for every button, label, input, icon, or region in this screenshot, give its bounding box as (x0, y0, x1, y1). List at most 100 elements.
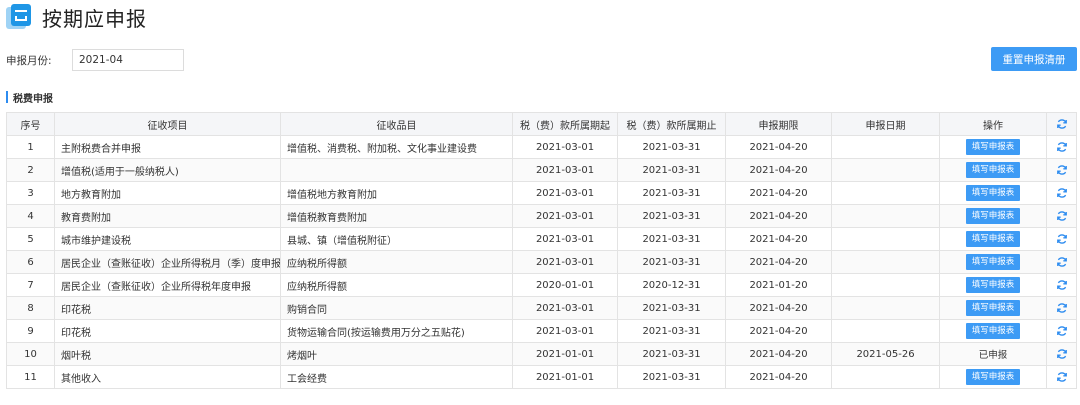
cell-period-end: 2021-03-31 (617, 296, 726, 320)
column-header: 税（费）款所属期止 (617, 112, 726, 136)
refresh-icon[interactable] (1056, 210, 1068, 222)
cell-declare-date (831, 135, 940, 159)
cell-operation: 填写申报表 (939, 296, 1047, 320)
fill-declaration-button[interactable]: 填写申报表 (966, 300, 1020, 316)
cell-deadline: 2021-04-20 (725, 296, 832, 320)
cell-deadline: 2021-04-20 (725, 158, 832, 182)
cell-deadline: 2021-04-20 (725, 342, 832, 366)
cell-period-end: 2021-03-31 (617, 135, 726, 159)
table-row: 11 其他收入 工会经费 2021-01-01 2021-03-31 2021-04-20… (6, 365, 1077, 389)
cell-deadline: 2021-04-20 (725, 135, 832, 159)
page-title: 按期应申报 (42, 6, 147, 31)
cell-period-start: 2021-03-01 (512, 296, 618, 320)
cell-item: 其他收入 (54, 365, 281, 389)
cell-deadline: 2021-01-20 (725, 273, 832, 297)
cell-refresh (1046, 250, 1077, 274)
table-row: 4 教育费附加 增值税教育费附加 2021-03-01 2021-03-31 2021-0… (6, 204, 1077, 228)
column-header: 税（费）款所属期起 (512, 112, 618, 136)
cell-subitem: 应纳税所得额 (280, 273, 513, 297)
table-row: 7 居民企业（查账征收）企业所得税年度申报 应纳税所得额 2020-01-01 2020… (6, 273, 1077, 297)
cell-item: 增值税(适用于一般纳税人) (54, 158, 281, 182)
fill-declaration-button[interactable]: 填写申报表 (966, 208, 1020, 224)
cell-period-end: 2021-03-31 (617, 181, 726, 205)
cell-period-end: 2021-03-31 (617, 319, 726, 343)
cell-operation: 填写申报表 (939, 250, 1047, 274)
fill-declaration-button[interactable]: 填写申报表 (966, 277, 1020, 293)
cell-refresh (1046, 204, 1077, 228)
cell-refresh (1046, 273, 1077, 297)
month-label: 申报月份: (6, 54, 52, 67)
month-input[interactable] (72, 49, 184, 71)
refresh-icon[interactable] (1056, 371, 1068, 383)
cell-operation: 填写申报表 (939, 319, 1047, 343)
refresh-icon[interactable] (1056, 348, 1068, 360)
month-filter: 申报月份: (6, 49, 184, 71)
table-row: 10 烟叶税 烤烟叶 2021-01-01 2021-03-31 2021-04-20 20… (6, 342, 1077, 366)
cell-declare-date (831, 227, 940, 251)
cell-no: 1 (6, 135, 55, 159)
table-row: 9 印花税 货物运输合同(按运输费用万分之五贴花) 2021-03-01 2021-03… (6, 319, 1077, 343)
cell-deadline: 2021-04-20 (725, 227, 832, 251)
refresh-icon[interactable] (1056, 302, 1068, 314)
cell-period-end: 2021-03-31 (617, 250, 726, 274)
cell-operation: 已申报 (939, 342, 1047, 366)
section-title: 税费申报 (6, 91, 53, 105)
cell-refresh (1046, 158, 1077, 182)
cell-refresh (1046, 181, 1077, 205)
table-row: 5 城市维护建设税 县城、镇（增值税附征） 2021-03-01 2021-03-31 2… (6, 227, 1077, 251)
table-row: 1 主附税费合并申报 增值税、消费税、附加税、文化事业建设费 2021-03-01 20… (6, 135, 1077, 159)
fill-declaration-button[interactable]: 填写申报表 (966, 162, 1020, 178)
fill-declaration-button[interactable]: 填写申报表 (966, 139, 1020, 155)
cell-operation: 填写申报表 (939, 273, 1047, 297)
fill-declaration-button[interactable]: 填写申报表 (966, 254, 1020, 270)
column-header: 申报日期 (831, 112, 940, 136)
cell-operation: 填写申报表 (939, 158, 1047, 182)
cell-declare-date (831, 365, 940, 389)
cell-declare-date (831, 158, 940, 182)
table-row: 6 居民企业（查账征收）企业所得税月（季）度申报 应纳税所得额 2021-03-01 2… (6, 250, 1077, 274)
refresh-icon[interactable] (1056, 118, 1068, 130)
cell-item: 烟叶税 (54, 342, 281, 366)
cell-item: 教育费附加 (54, 204, 281, 228)
refresh-icon[interactable] (1056, 325, 1068, 337)
cell-declare-date: 2021-05-26 (831, 342, 940, 366)
fill-declaration-button[interactable]: 填写申报表 (966, 323, 1020, 339)
cell-declare-date (831, 319, 940, 343)
cell-no: 10 (6, 342, 55, 366)
refresh-icon[interactable] (1056, 256, 1068, 268)
column-header: 征收项目 (54, 112, 281, 136)
cell-no: 2 (6, 158, 55, 182)
cell-refresh (1046, 365, 1077, 389)
cell-subitem: 应纳税所得额 (280, 250, 513, 274)
refresh-icon[interactable] (1056, 141, 1068, 153)
cell-declare-date (831, 250, 940, 274)
cell-deadline: 2021-04-20 (725, 250, 832, 274)
refresh-icon[interactable] (1056, 164, 1068, 176)
cell-refresh (1046, 227, 1077, 251)
cell-operation: 填写申报表 (939, 181, 1047, 205)
cell-item: 主附税费合并申报 (54, 135, 281, 159)
cell-period-start: 2021-03-01 (512, 204, 618, 228)
cell-subitem: 增值税地方教育附加 (280, 181, 513, 205)
reset-declaration-list-button[interactable]: 重置申报清册 (991, 47, 1077, 71)
refresh-icon[interactable] (1056, 233, 1068, 245)
cell-period-end: 2020-12-31 (617, 273, 726, 297)
cell-operation: 填写申报表 (939, 135, 1047, 159)
fill-declaration-button[interactable]: 填写申报表 (966, 231, 1020, 247)
refresh-icon[interactable] (1056, 279, 1068, 291)
cell-no: 9 (6, 319, 55, 343)
cell-declare-date (831, 296, 940, 320)
fill-declaration-button[interactable]: 填写申报表 (966, 185, 1020, 201)
cell-no: 4 (6, 204, 55, 228)
cell-period-start: 2021-03-01 (512, 135, 618, 159)
fill-declaration-button[interactable]: 填写申报表 (966, 369, 1020, 385)
refresh-icon[interactable] (1056, 187, 1068, 199)
page-header: 按期应申报 (6, 1, 147, 33)
cell-no: 7 (6, 273, 55, 297)
cell-item: 居民企业（查账征收）企业所得税月（季）度申报 (54, 250, 281, 274)
refresh-all-cell (1046, 112, 1077, 136)
cell-refresh (1046, 342, 1077, 366)
cell-subitem: 增值税、消费税、附加税、文化事业建设费 (280, 135, 513, 159)
cell-period-start: 2020-01-01 (512, 273, 618, 297)
cell-declare-date (831, 204, 940, 228)
